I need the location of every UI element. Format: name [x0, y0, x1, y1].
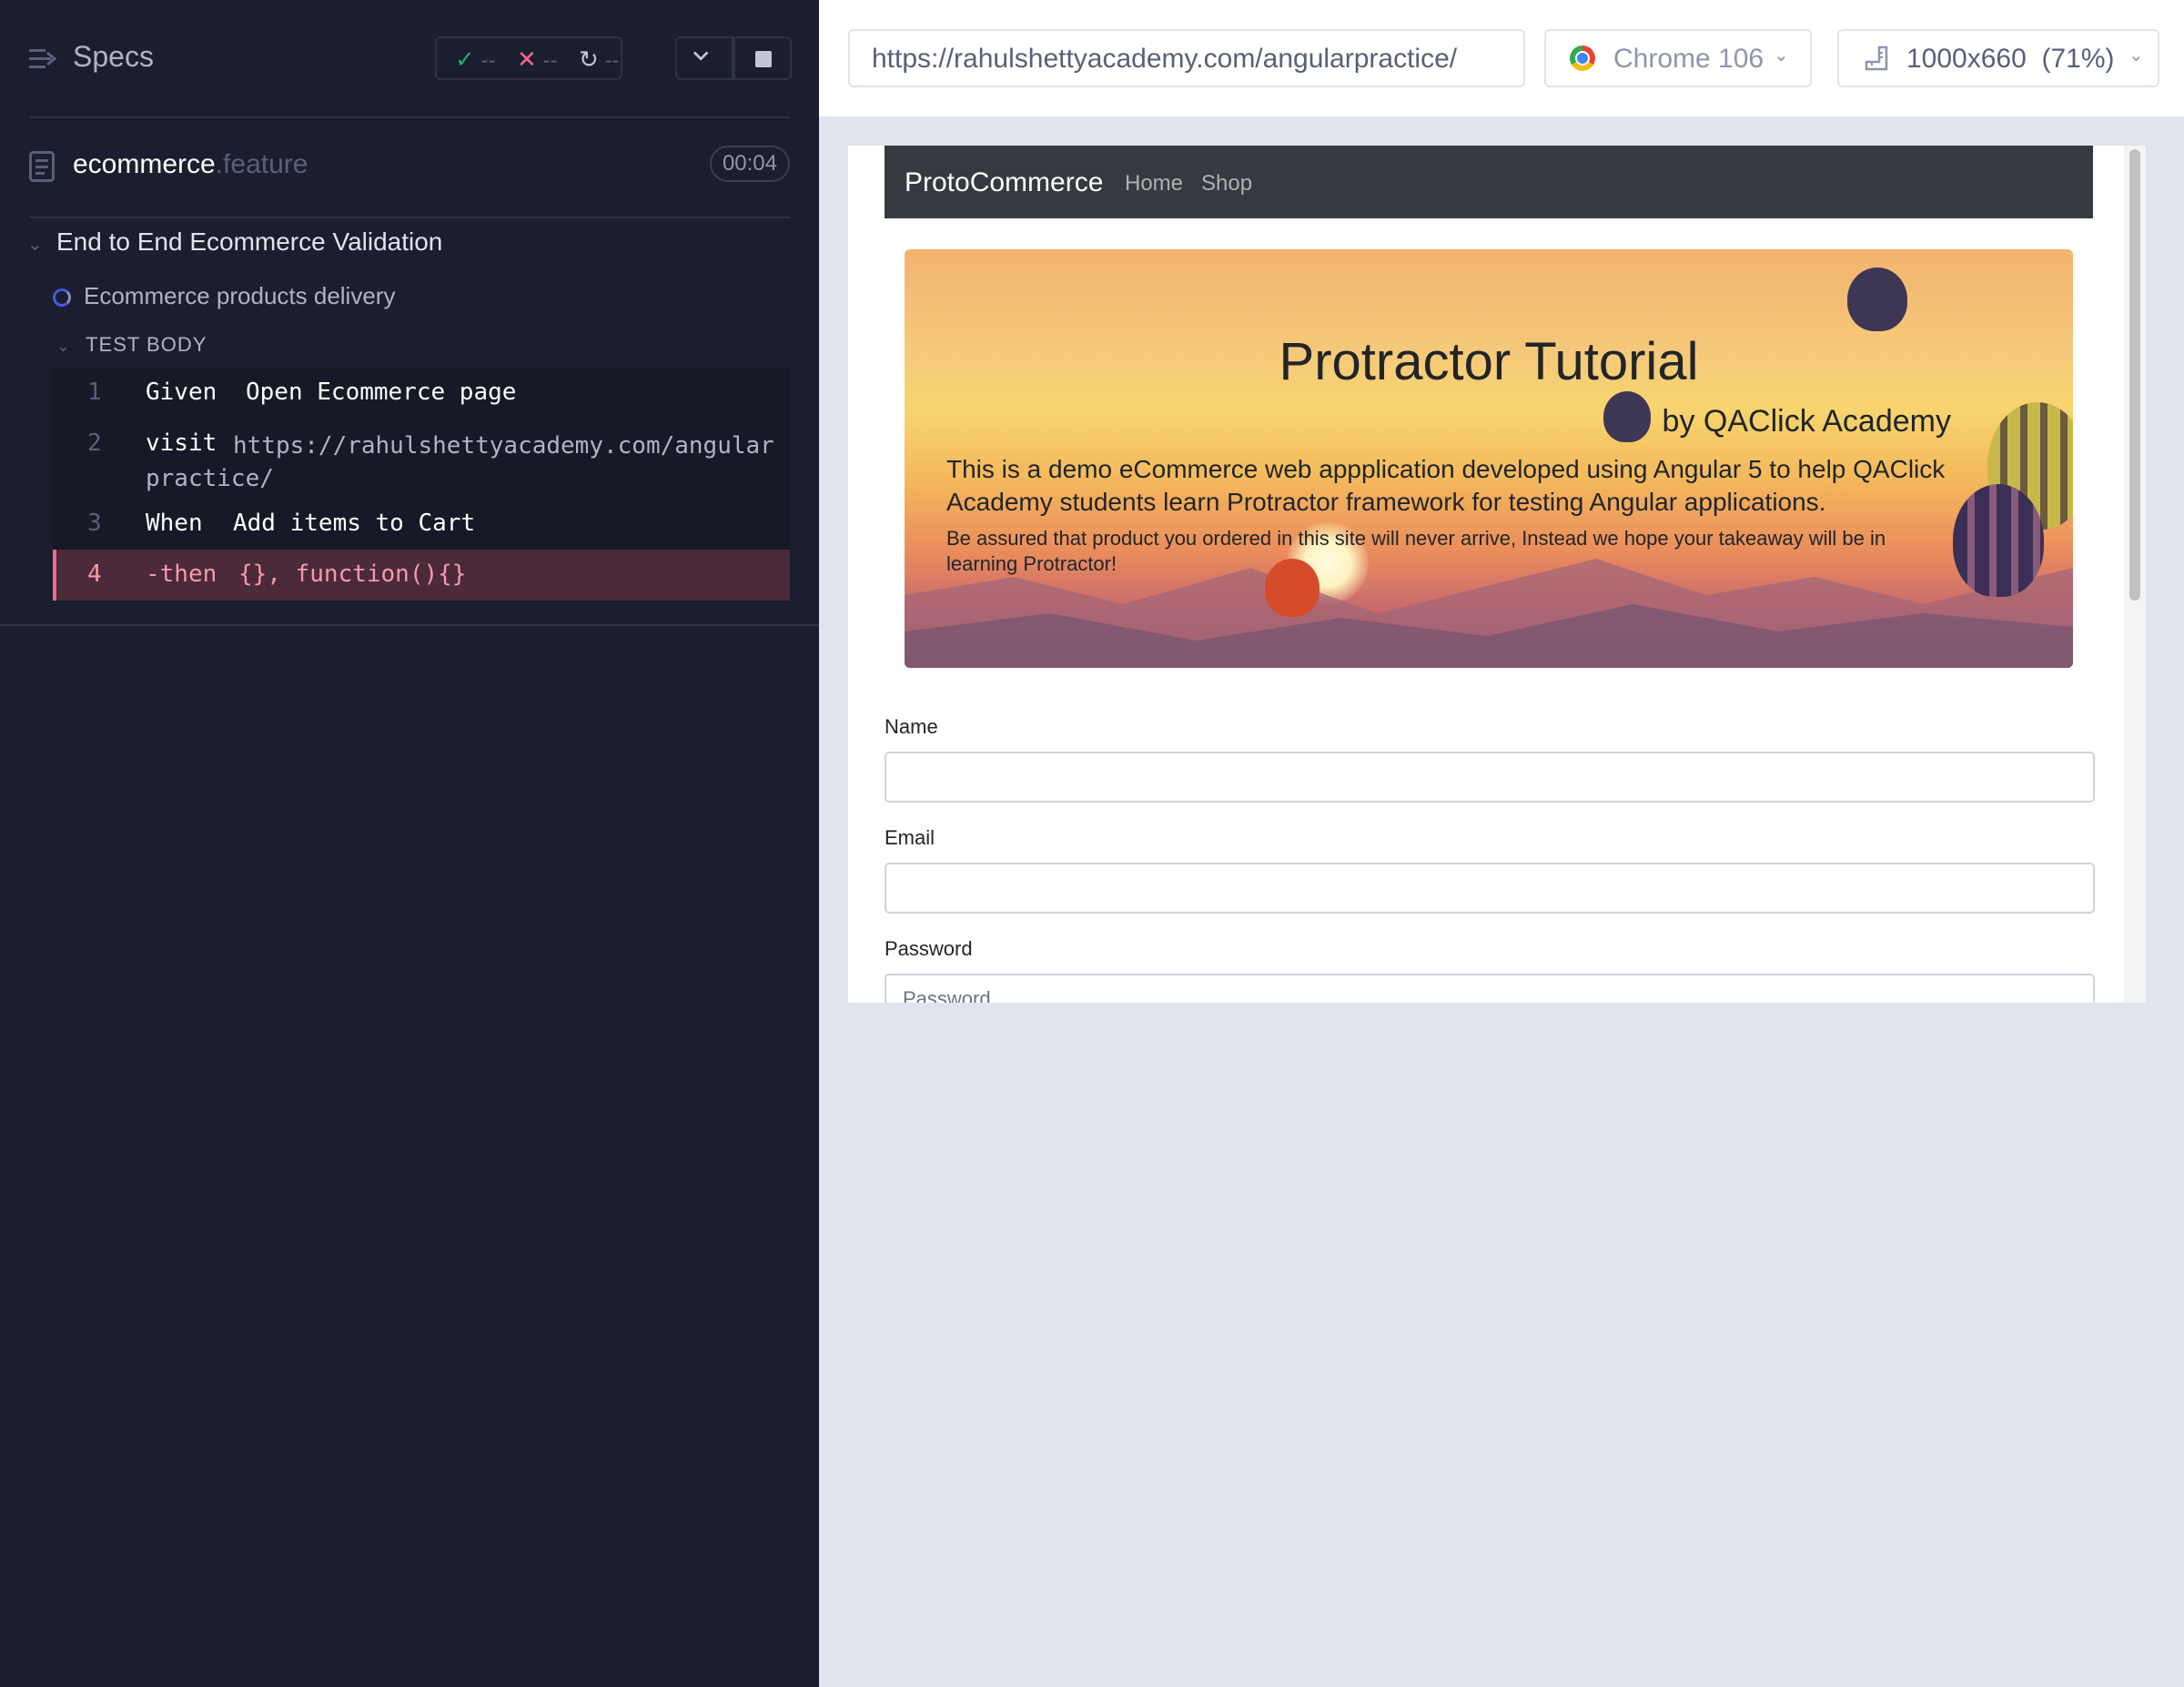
specs-menu-icon[interactable]: [29, 44, 56, 75]
viewport-info[interactable]: 1000x660 (71%) ⌄: [1837, 29, 2159, 87]
pending-stat: ↻ --: [579, 45, 620, 73]
zoom-level: (71%): [2041, 44, 2115, 74]
jumbotron-banner: Protractor Tutorial by QAClick Academy T…: [905, 249, 2073, 668]
test-title[interactable]: Ecommerce products delivery: [53, 282, 395, 310]
passed-stat: ✓ --: [455, 45, 496, 73]
stop-button[interactable]: [733, 36, 792, 80]
command-row-failed[interactable]: 4 -then {}, function(){}: [53, 550, 790, 601]
chrome-icon: [1570, 45, 1595, 71]
command-row[interactable]: 1 Given Open Ecommerce page: [53, 368, 790, 419]
command-log: 1 Given Open Ecommerce page 2 visit http…: [53, 368, 790, 601]
balloon-graphic: [1847, 268, 1907, 331]
command-row[interactable]: 2 visit https://rahulshettyacademy.com/a…: [53, 419, 790, 499]
command-row[interactable]: 3 When Add items to Cart: [53, 499, 790, 550]
test-body-label[interactable]: ⌄ TEST BODY: [56, 333, 207, 357]
jumbotron-note: Be assured that product you ordered in t…: [946, 527, 1886, 575]
cypress-reporter: Specs ✓ -- ✕ -- ↻ -- ecommerce.feature 0…: [0, 0, 819, 1687]
browser-selector[interactable]: Chrome 106 ⌄: [1544, 29, 1812, 87]
name-label: Name: [885, 715, 938, 738]
run-duration: 00:04: [709, 146, 790, 182]
x-icon: ✕: [517, 45, 537, 73]
site-navbar: ProtoCommerce Home Shop: [885, 146, 2093, 218]
specs-title[interactable]: Specs: [73, 40, 154, 74]
password-label: Password: [885, 937, 973, 960]
scrollbar-thumb[interactable]: [2129, 149, 2140, 601]
name-field[interactable]: [885, 752, 2095, 803]
viewport-size: 1000x660: [1906, 44, 2027, 74]
reporter-header: Specs ✓ -- ✕ -- ↻ --: [29, 0, 792, 118]
site-brand[interactable]: ProtoCommerce: [905, 167, 1103, 198]
running-spinner-icon: [53, 288, 71, 308]
suite-title[interactable]: ⌄ End to End Ecommerce Validation: [27, 227, 442, 257]
collapse-all-button[interactable]: [675, 36, 733, 80]
balloon-graphic: [1603, 391, 1651, 442]
aut-iframe: ProtoCommerce Home Shop Protractor Tutor…: [848, 146, 2146, 1003]
password-field[interactable]: [885, 974, 2095, 1003]
failed-stat: ✕ --: [517, 45, 558, 73]
chevron-down-icon: ⌄: [1774, 45, 1789, 66]
email-label: Email: [885, 826, 935, 849]
chevron-down-icon: [693, 51, 709, 61]
scrollbar-track[interactable]: [2124, 146, 2146, 1003]
url-bar[interactable]: https://rahulshettyacademy.com/angularpr…: [848, 29, 1525, 87]
test-stats: ✓ -- ✕ -- ↻ --: [435, 36, 622, 80]
divider: [0, 624, 819, 626]
chevron-down-icon: ⌄: [56, 337, 72, 355]
spec-filename[interactable]: ecommerce.feature: [73, 149, 308, 180]
jumbotron-lead: This is a demo eCommerce web appplicatio…: [946, 455, 1946, 516]
chevron-down-icon: ⌄: [27, 235, 43, 255]
check-icon: ✓: [455, 45, 475, 73]
document-icon: [29, 151, 55, 182]
jumbotron-title: Protractor Tutorial: [1279, 332, 1699, 391]
ruler-icon: [1865, 45, 1888, 71]
nav-home-link[interactable]: Home: [1125, 171, 1183, 197]
spinner-icon: ↻: [579, 45, 599, 73]
aut-toolbar: https://rahulshettyacademy.com/angularpr…: [819, 0, 2184, 116]
spec-file-row: ecommerce.feature 00:04: [29, 118, 790, 218]
chevron-down-icon: ⌄: [2128, 45, 2144, 66]
app-under-test-panel: https://rahulshettyacademy.com/angularpr…: [819, 0, 2184, 1687]
email-field[interactable]: [885, 863, 2095, 914]
jumbotron-subtitle: by QAClick Academy: [1662, 404, 1951, 439]
nav-shop-link[interactable]: Shop: [1201, 171, 1252, 197]
